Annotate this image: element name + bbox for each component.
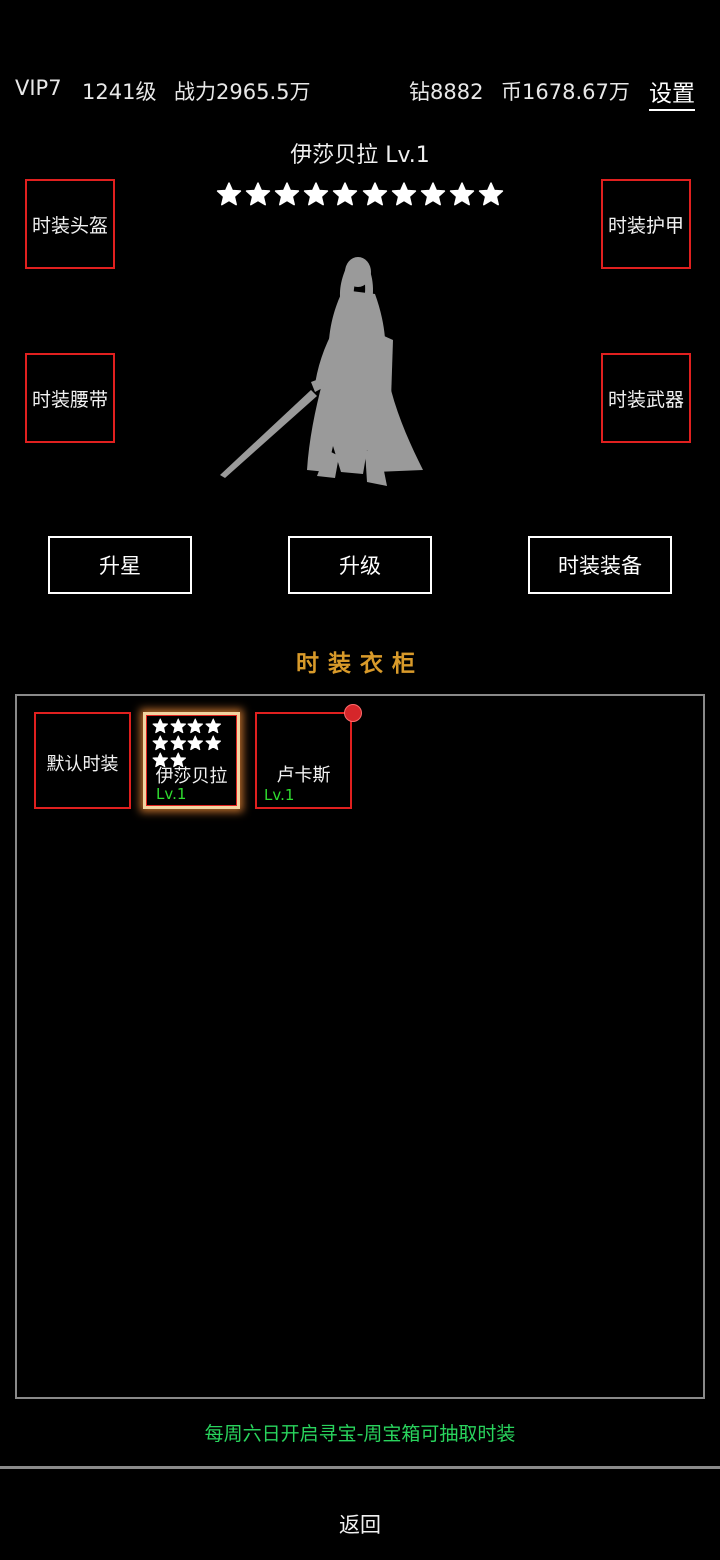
wardrobe-grid: 默认时装 伊莎贝拉 Lv.1 卢卡斯 Lv.1 <box>15 694 705 1399</box>
wardrobe-item-default[interactable]: 默认时装 <box>34 712 131 809</box>
star-icon <box>303 181 329 207</box>
wardrobe-item-lucas[interactable]: 卢卡斯 Lv.1 <box>255 704 362 809</box>
character-star-rating <box>216 181 504 209</box>
star-icon <box>245 181 271 207</box>
slot-belt[interactable]: 时装腰带 <box>25 353 115 443</box>
status-bar: VIP7 1241级 战力2965.5万 钻8882 币1678.67万 设置 <box>0 70 720 111</box>
star-icon <box>216 181 242 207</box>
item-level: Lv.1 <box>156 785 187 803</box>
settings-button[interactable]: 设置 <box>649 74 695 111</box>
slot-armor[interactable]: 时装护甲 <box>601 179 691 269</box>
slot-helmet[interactable]: 时装头盔 <box>25 179 115 269</box>
vip-label: VIP7 <box>15 76 62 100</box>
star-icon <box>205 735 222 752</box>
star-icon <box>187 735 204 752</box>
star-icon <box>170 718 187 735</box>
star-icon <box>391 181 417 207</box>
player-level: 1241级 <box>82 80 157 104</box>
diamond-count: 钻8882 <box>409 80 484 104</box>
wardrobe-item-isabella[interactable]: 伊莎贝拉 Lv.1 <box>143 712 240 809</box>
star-icon <box>152 735 169 752</box>
level-up-button[interactable]: 升级 <box>288 536 432 594</box>
star-icon <box>152 718 169 735</box>
footer-divider <box>0 1466 720 1469</box>
combat-power: 战力2965.5万 <box>174 80 311 104</box>
wardrobe-title: 时装衣柜 <box>296 651 424 677</box>
star-icon <box>478 181 504 207</box>
back-button[interactable]: 返回 <box>300 1505 420 1545</box>
star-icon <box>362 181 388 207</box>
star-icon <box>420 181 446 207</box>
costume-wardrobe-screen: VIP7 1241级 战力2965.5万 钻8882 币1678.67万 设置 … <box>0 0 720 1560</box>
character-silhouette <box>215 250 430 490</box>
item-level: Lv.1 <box>264 786 295 804</box>
star-icon <box>187 718 204 735</box>
star-icon <box>274 181 300 207</box>
star-icon <box>332 181 358 207</box>
star-icon <box>205 718 222 735</box>
item-name: 默认时装 <box>46 754 119 775</box>
notification-badge-icon <box>344 704 362 722</box>
star-icon <box>170 735 187 752</box>
character-title: 伊莎贝拉 Lv.1 <box>290 143 430 168</box>
star-icon <box>449 181 475 207</box>
item-name: 卢卡斯 <box>276 765 331 786</box>
equip-costume-button[interactable]: 时装装备 <box>528 536 672 594</box>
star-up-button[interactable]: 升星 <box>48 536 192 594</box>
slot-weapon[interactable]: 时装武器 <box>601 353 691 443</box>
coin-count: 币1678.67万 <box>501 80 630 104</box>
event-notice: 每周六日开启寻宝-周宝箱可抽取时装 <box>204 1423 516 1445</box>
